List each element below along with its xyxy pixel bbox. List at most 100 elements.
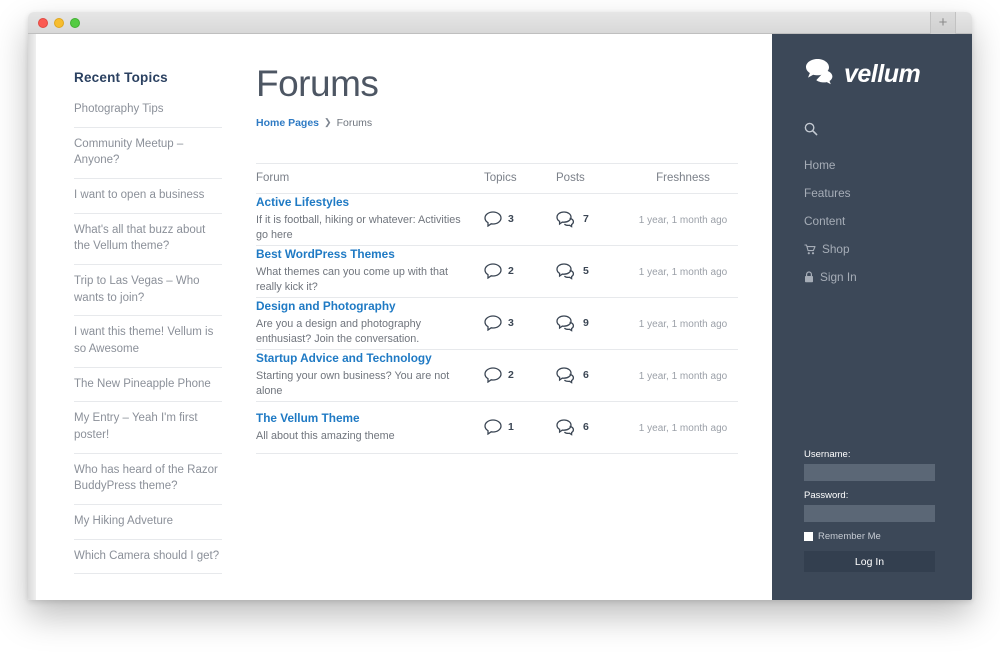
username-field[interactable] <box>804 464 935 481</box>
maximize-window-button[interactable] <box>70 18 80 28</box>
remember-me-checkbox[interactable] <box>804 532 813 541</box>
forum-description: What themes can you come up with that re… <box>256 266 449 294</box>
minimize-window-button[interactable] <box>54 18 64 28</box>
freshness-cell: 1 year, 1 month ago <box>628 314 738 332</box>
freshness-cell: 1 year, 1 month ago <box>628 210 738 228</box>
forum-link[interactable]: Startup Advice and Technology <box>256 351 474 367</box>
single-speech-bubble-icon <box>484 419 502 436</box>
log-in-button[interactable]: Log In <box>804 551 935 572</box>
forum-description: All about this amazing theme <box>256 429 395 442</box>
double-speech-bubble-icon <box>556 211 577 228</box>
freshness-text: 1 year, 1 month ago <box>638 423 728 435</box>
forum-description: Are you a design and photography enthusi… <box>256 318 422 346</box>
list-item[interactable]: My Hiking Adveture <box>74 505 222 540</box>
sidebar-item-content[interactable]: Content <box>772 207 972 235</box>
column-header-topics: Topics <box>484 172 517 185</box>
sidebar-item-sign-in[interactable]: Sign In <box>772 263 972 291</box>
breadcrumb-separator-icon: ❯ <box>324 117 332 128</box>
list-item[interactable]: Trip to Las Vegas – Who wants to join? <box>74 265 222 317</box>
search-icon[interactable] <box>772 114 972 151</box>
remember-me-label: Remember Me <box>818 531 881 542</box>
breadcrumb-home-link[interactable]: Home Pages <box>256 117 319 129</box>
forum-link[interactable]: Design and Photography <box>256 299 474 315</box>
sidebar-item-shop[interactable]: Shop <box>772 235 972 263</box>
topics-count: 1 <box>508 421 514 434</box>
posts-cell: 7 <box>556 211 628 228</box>
posts-cell: 6 <box>556 419 628 436</box>
forums-table: Forum Topics Posts Freshness Active Life… <box>256 162 738 454</box>
table-row: Active Lifestyles If it is football, hik… <box>256 194 738 246</box>
posts-cell: 9 <box>556 315 628 332</box>
recent-topics-list: Photography Tips Community Meetup – Anyo… <box>74 99 222 575</box>
topics-count: 3 <box>508 317 514 330</box>
topics-cell: 3 <box>484 211 556 228</box>
close-window-button[interactable] <box>38 18 48 28</box>
forum-cell: Best WordPress Themes What themes can yo… <box>256 247 484 295</box>
forum-cell: The Vellum Theme All about this amazing … <box>256 411 484 444</box>
list-item[interactable]: I want this theme! Vellum is so Awesome <box>74 316 222 368</box>
topics-count: 2 <box>508 369 514 382</box>
freshness-cell: 1 year, 1 month ago <box>628 418 738 436</box>
brand-name: vellum <box>844 59 921 88</box>
remember-me-row[interactable]: Remember Me <box>804 531 935 542</box>
sidebar-item-label: Features <box>804 186 851 200</box>
double-speech-bubble-icon <box>556 419 577 436</box>
page-viewport: Recent Topics Photography Tips Community… <box>28 34 972 600</box>
speech-bubbles-icon <box>804 58 836 90</box>
forum-link[interactable]: Active Lifestyles <box>256 195 474 211</box>
freshness-text: 1 year, 1 month ago <box>638 267 728 279</box>
list-item[interactable]: Photography Tips <box>74 99 222 128</box>
breadcrumb-current: Forums <box>336 116 373 129</box>
left-sidebar: Recent Topics Photography Tips Community… <box>36 34 248 600</box>
forum-link[interactable]: Best WordPress Themes <box>256 247 474 263</box>
new-tab-button[interactable]: + <box>930 12 956 34</box>
list-item[interactable]: The New Pineapple Phone <box>74 368 222 403</box>
column-header-freshness: Freshness <box>656 172 710 185</box>
posts-count: 9 <box>583 317 589 330</box>
posts-count: 7 <box>583 213 589 226</box>
posts-count: 6 <box>583 421 589 434</box>
sidebar-item-label: Sign In <box>820 270 857 284</box>
sidebar-item-label: Shop <box>822 242 850 256</box>
forum-cell: Design and Photography Are you a design … <box>256 299 484 347</box>
double-speech-bubble-icon <box>556 263 577 280</box>
table-row: Startup Advice and Technology Starting y… <box>256 350 738 402</box>
column-header-posts: Posts <box>556 172 585 185</box>
list-item[interactable]: My Entry – Yeah I'm first poster! <box>74 402 222 454</box>
browser-window: + Recent Topics Photography Tips Communi… <box>28 12 972 600</box>
password-label: Password: <box>804 490 849 501</box>
page-title: Forums <box>256 63 379 104</box>
breadcrumb: Home Pages ❯ Forums <box>256 117 738 129</box>
username-label: Username: <box>804 449 851 460</box>
posts-cell: 5 <box>556 263 628 280</box>
forum-cell: Startup Advice and Technology Starting y… <box>256 351 484 399</box>
sidebar-item-features[interactable]: Features <box>772 179 972 207</box>
list-item[interactable]: Who has heard of the Razor BuddyPress th… <box>74 454 222 506</box>
table-header-row: Forum Topics Posts Freshness <box>256 164 738 194</box>
sidebar-item-label: Content <box>804 214 846 228</box>
topics-cell: 3 <box>484 315 556 332</box>
topics-cell: 2 <box>484 367 556 384</box>
topics-cell: 1 <box>484 419 556 436</box>
site-logo[interactable]: vellum <box>772 58 972 90</box>
list-item[interactable]: What's all that buzz about the Vellum th… <box>74 214 222 266</box>
list-item[interactable]: I want to open a business <box>74 179 222 214</box>
sidebar-nav: Home Features Content Shop Sign In <box>772 151 972 291</box>
double-speech-bubble-icon <box>556 315 577 332</box>
list-item[interactable]: Community Meetup – Anyone? <box>74 128 222 180</box>
freshness-text: 1 year, 1 month ago <box>638 215 728 227</box>
password-field[interactable] <box>804 505 935 522</box>
forum-description: If it is football, hiking or whatever: A… <box>256 214 461 242</box>
page-left-gutter <box>28 34 36 600</box>
sidebar-item-home[interactable]: Home <box>772 151 972 179</box>
freshness-cell: 1 year, 1 month ago <box>628 262 738 280</box>
freshness-cell: 1 year, 1 month ago <box>628 366 738 384</box>
sidebar-item-label: Home <box>804 158 836 172</box>
table-row: Design and Photography Are you a design … <box>256 298 738 350</box>
forum-link[interactable]: The Vellum Theme <box>256 411 474 427</box>
freshness-text: 1 year, 1 month ago <box>638 371 728 383</box>
topics-count: 3 <box>508 213 514 226</box>
list-item[interactable]: Which Camera should I get? <box>74 540 222 575</box>
window-controls <box>38 18 80 28</box>
column-header-forum: Forum <box>256 172 290 185</box>
